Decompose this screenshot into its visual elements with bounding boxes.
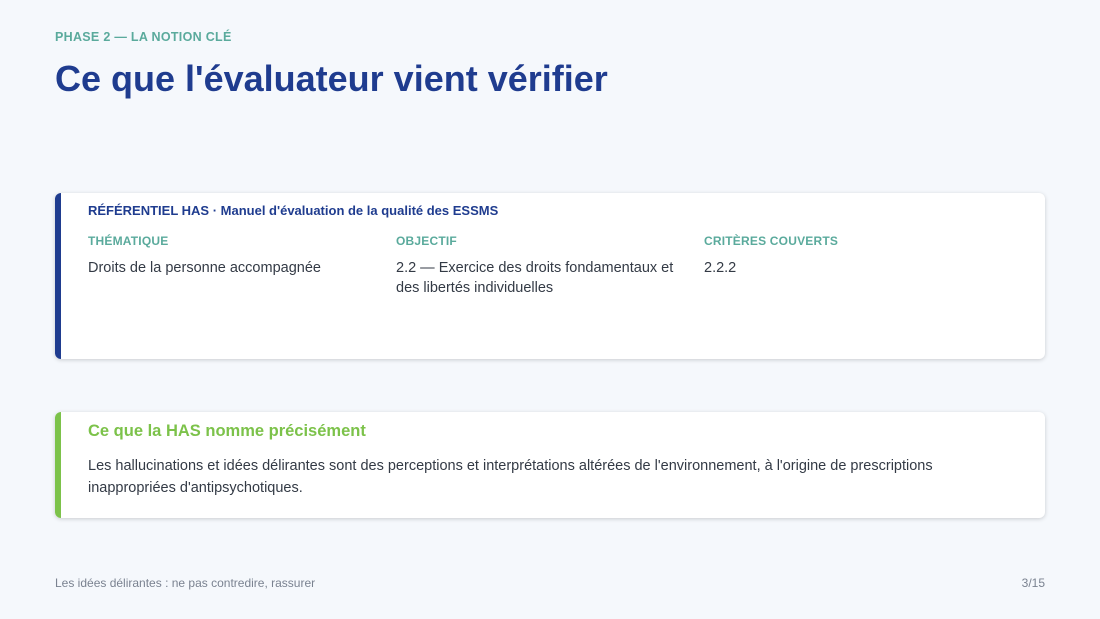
column-label: THÉMATIQUE bbox=[88, 234, 169, 248]
has-heading: Ce que la HAS nomme précisément bbox=[88, 422, 366, 440]
footer-title: Les idées délirantes : ne pas contredire… bbox=[55, 576, 316, 590]
column-label: OBJECTIF bbox=[396, 234, 457, 248]
referentiel-card: RÉFÉRENTIEL HAS · Manuel d'évaluation de… bbox=[55, 193, 1045, 359]
column-thematique: THÉMATIQUE Droits de la personne accompa… bbox=[88, 234, 396, 298]
column-criteres: CRITÈRES COUVERTS 2.2.2 bbox=[704, 234, 1012, 298]
has-text: Les hallucinations et idées délirantes s… bbox=[88, 458, 933, 496]
column-value: 2.2 — Exercice des droits fondamentaux e… bbox=[396, 260, 674, 296]
column-value: Droits de la personne accompagnée bbox=[88, 260, 321, 276]
referentiel-columns: THÉMATIQUE Droits de la personne accompa… bbox=[88, 234, 1021, 298]
column-value: 2.2.2 bbox=[704, 260, 737, 276]
column-label: CRITÈRES COUVERTS bbox=[704, 234, 839, 248]
has-definition-card: Ce que la HAS nomme précisément Les hall… bbox=[55, 412, 1045, 518]
page-title: Ce que l'évaluateur vient vérifier bbox=[55, 58, 608, 99]
column-objectif: OBJECTIF 2.2 — Exercice des droits fonda… bbox=[396, 234, 704, 298]
referentiel-heading: RÉFÉRENTIEL HAS · Manuel d'évaluation de… bbox=[88, 203, 499, 218]
eyebrow-label: PHASE 2 — LA NOTION CLÉ bbox=[55, 30, 232, 44]
page-number: 3/15 bbox=[1021, 576, 1045, 590]
